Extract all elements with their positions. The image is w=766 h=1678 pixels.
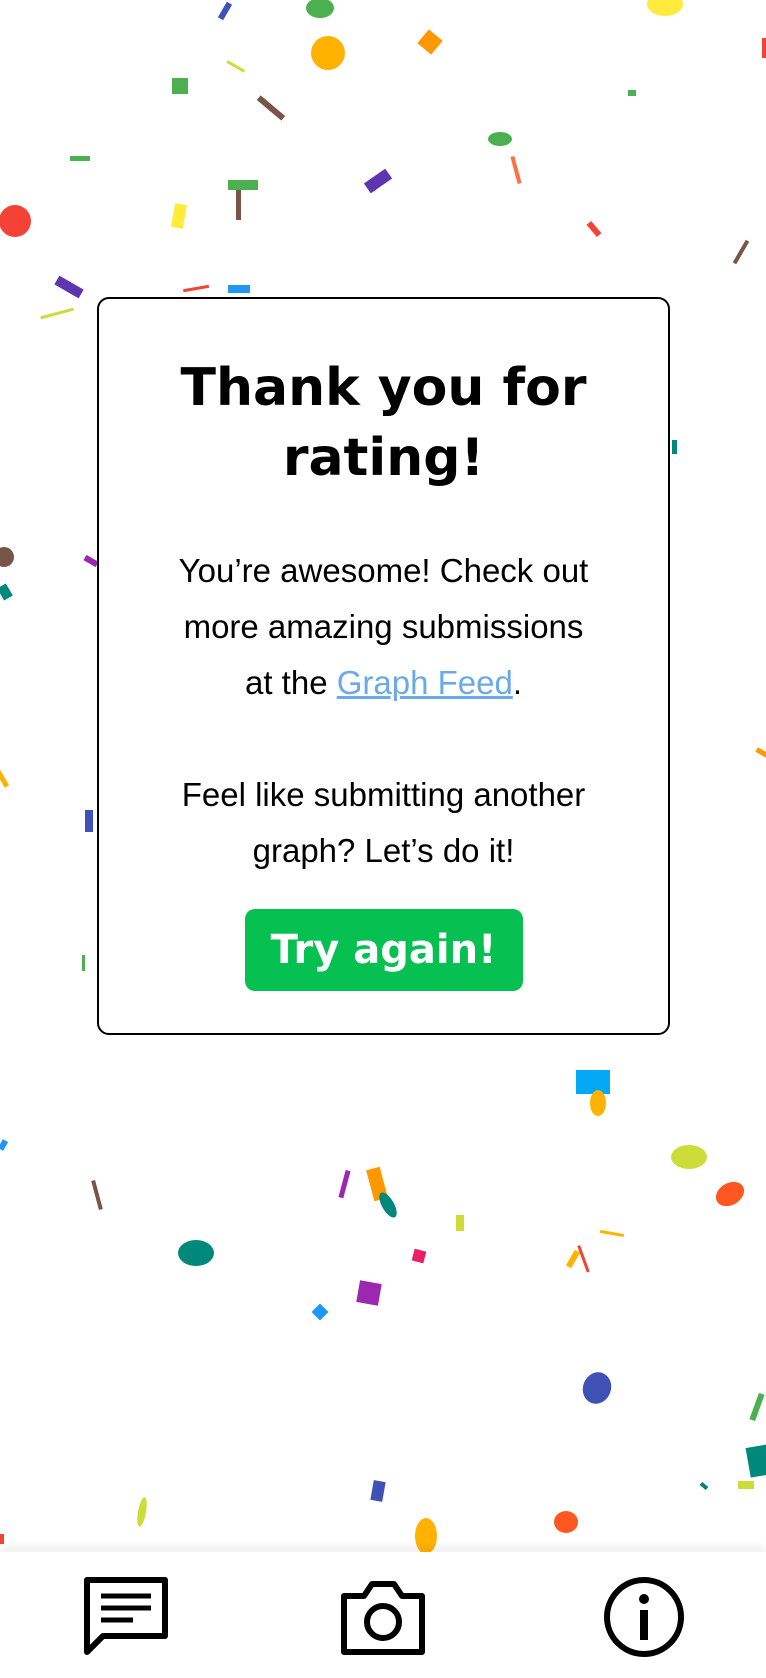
graph-feed-link[interactable]: Graph Feed <box>337 664 513 701</box>
try-again-button[interactable]: Try again! <box>244 909 523 991</box>
message-text: at the <box>244 664 337 701</box>
dialog-message: You’re awesome! Check out more amazing s… <box>139 543 628 711</box>
bottom-nav-bar <box>0 1552 766 1678</box>
rating-thanks-dialog: Thank you for rating! You’re awesome! Ch… <box>97 297 670 1035</box>
camera-nav-button[interactable] <box>338 1574 428 1660</box>
dialog-prompt: Feel like submitting another graph? Let’… <box>139 767 628 879</box>
message-line: You’re awesome! Check out <box>178 552 589 589</box>
message-icon <box>84 1577 168 1655</box>
message-text: . <box>512 664 522 701</box>
dialog-title: Thank you for rating! <box>129 353 638 493</box>
message-line: more amazing submissions <box>183 608 584 645</box>
dialog-title-line: rating! <box>282 428 485 488</box>
info-icon <box>604 1577 684 1657</box>
prompt-line: graph? Let’s do it! <box>252 832 515 869</box>
prompt-line: Feel like submitting another <box>181 776 586 813</box>
camera-icon <box>341 1581 425 1655</box>
message-line: at the Graph Feed. <box>139 655 628 711</box>
info-nav-button[interactable] <box>599 1574 689 1660</box>
dialog-title-line: Thank you for <box>180 358 587 418</box>
messages-nav-button[interactable] <box>81 1574 171 1660</box>
